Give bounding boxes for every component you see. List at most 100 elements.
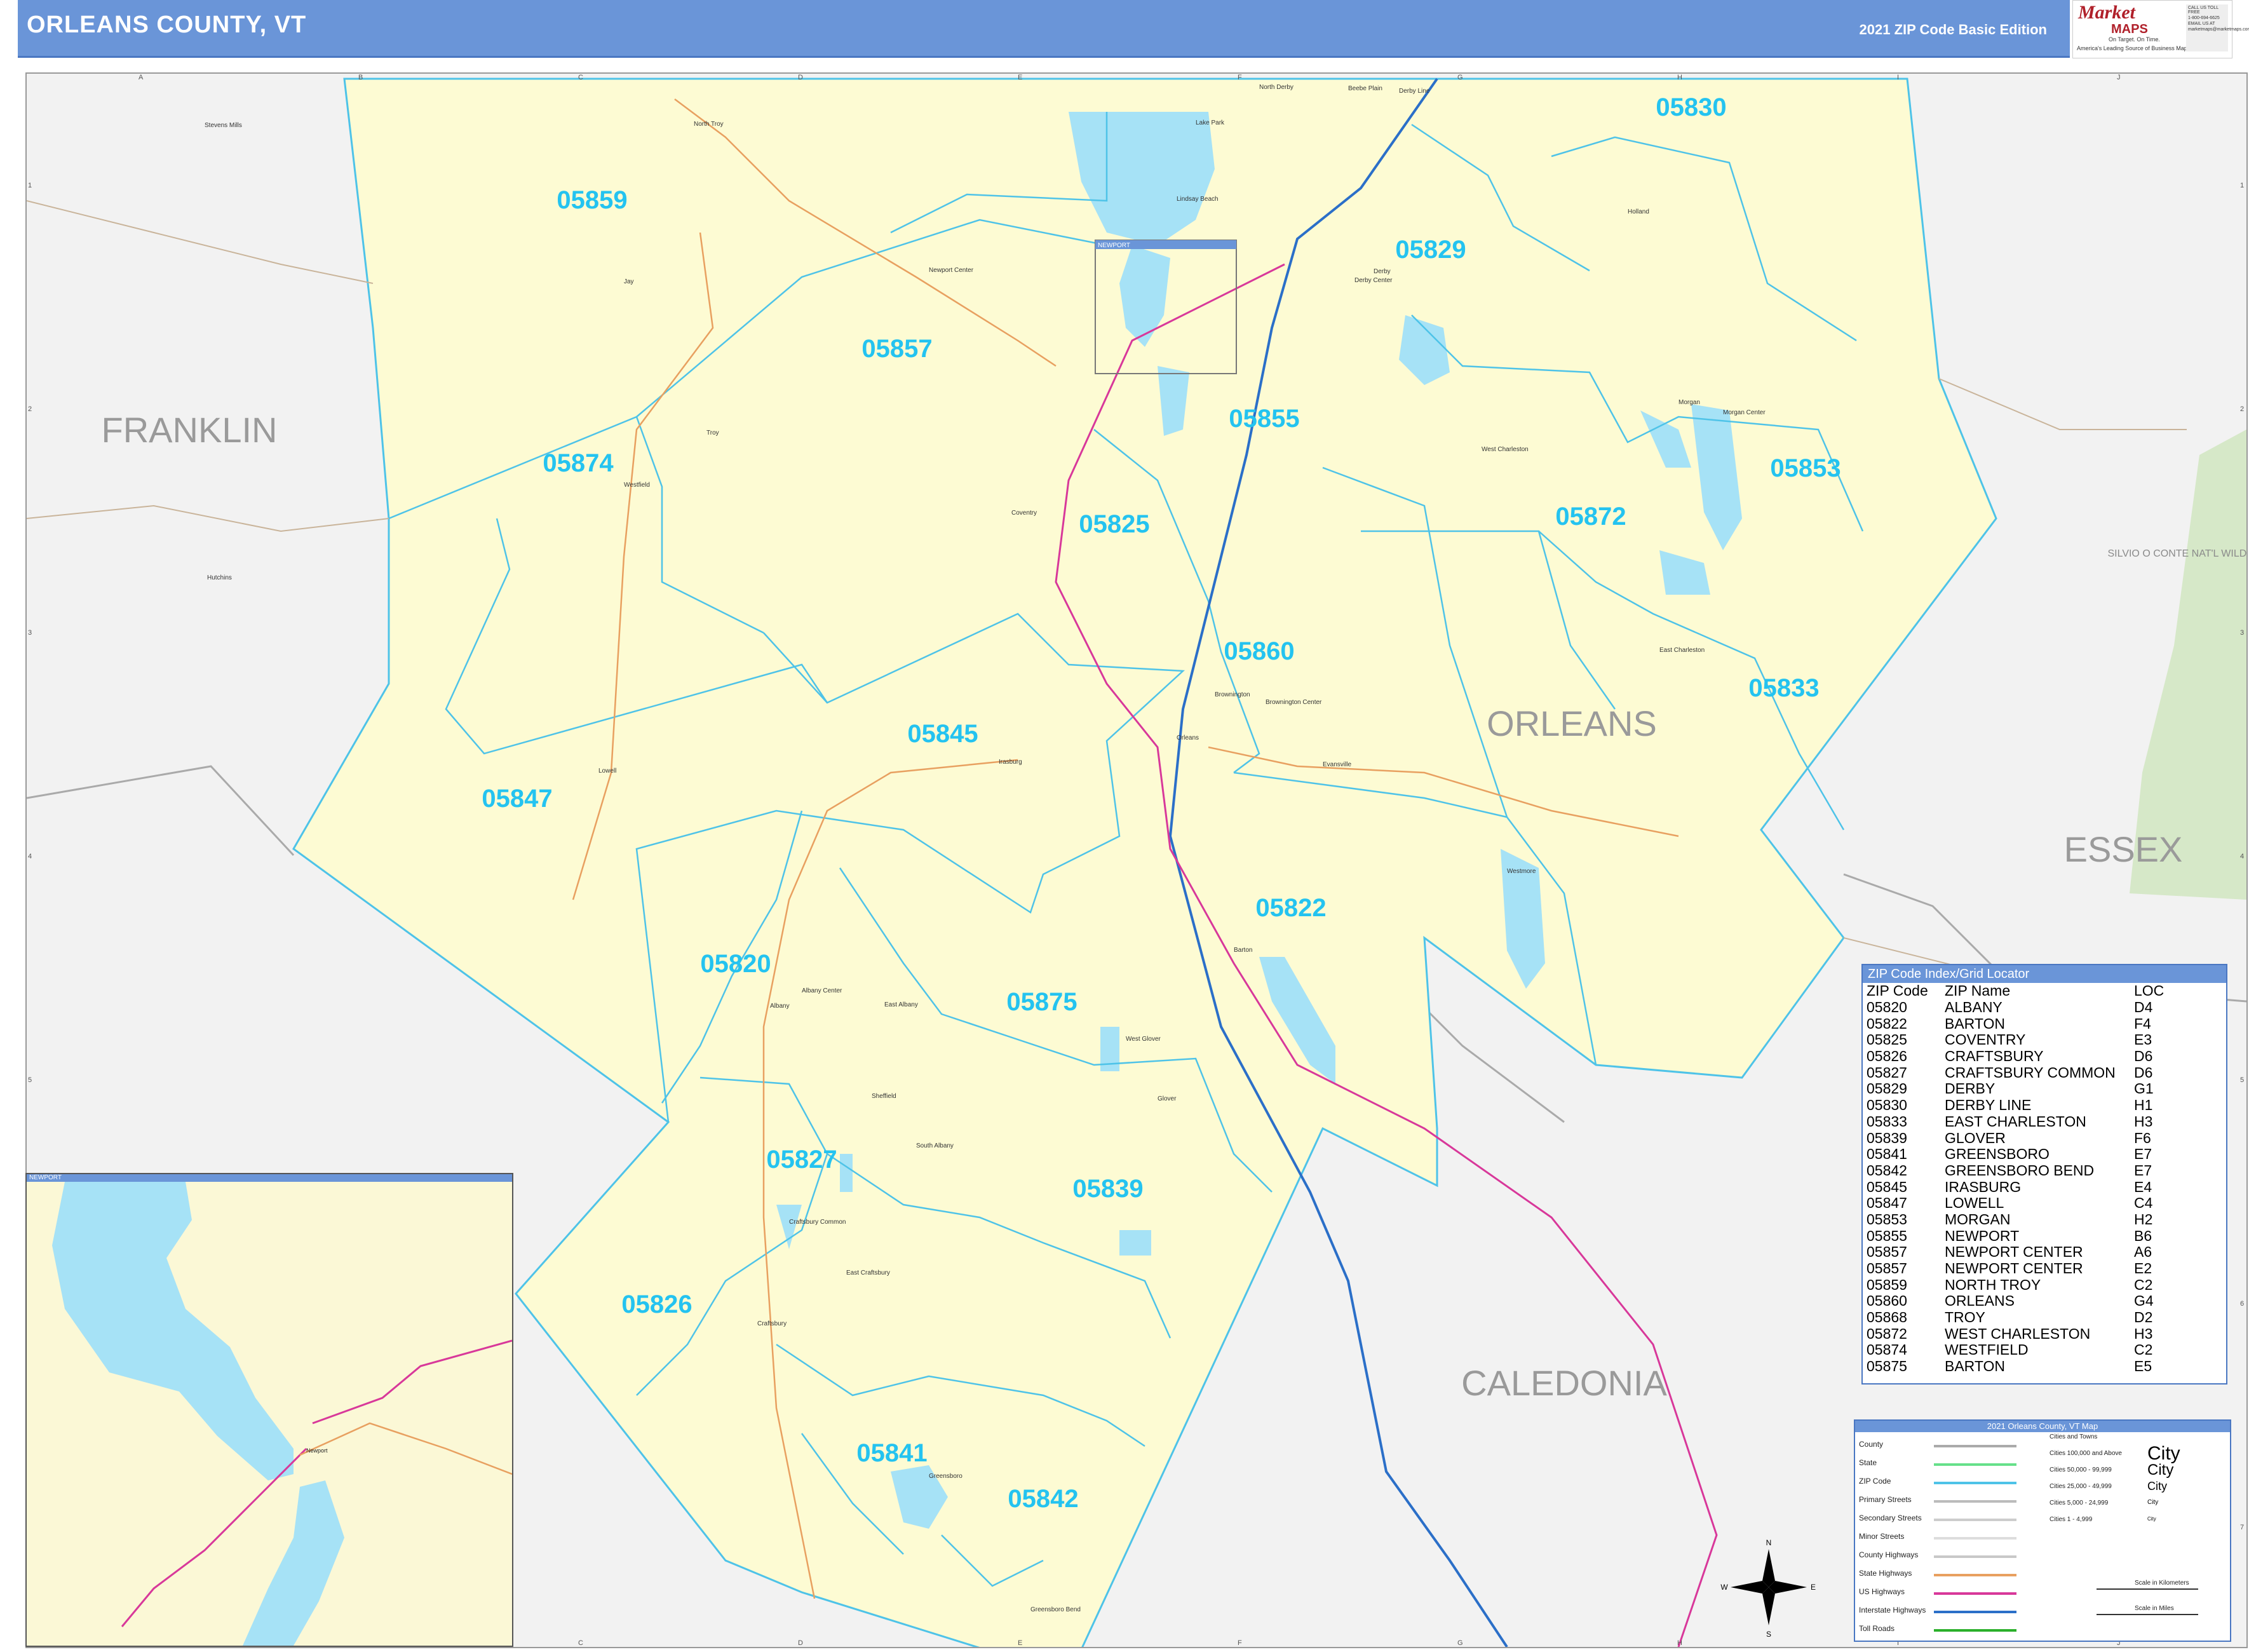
town-label[interactable]: West Glover: [1126, 1036, 1161, 1043]
zip-label[interactable]: 05822: [1255, 894, 1326, 922]
zip-label[interactable]: 05857: [861, 335, 932, 363]
zip-index-loc: E7: [2134, 1146, 2152, 1163]
zip-label[interactable]: 05820: [700, 950, 771, 978]
town-label[interactable]: North Derby: [1259, 84, 1293, 91]
zip-label[interactable]: 05827: [766, 1146, 837, 1174]
zip-index-row[interactable]: 05860 ORLEANS G4: [1867, 1293, 2164, 1310]
zip-label[interactable]: 05830: [1656, 93, 1726, 121]
zip-label[interactable]: 05842: [1008, 1485, 1078, 1513]
zip-label[interactable]: 05872: [1555, 503, 1626, 531]
grid-column-label: E: [1018, 74, 1023, 81]
zip-index-loc: H3: [2134, 1325, 2153, 1342]
zip-index-row[interactable]: 05874 WESTFIELD C2: [1867, 1342, 2164, 1358]
town-label[interactable]: Derby Line: [1399, 88, 1430, 95]
town-label[interactable]: Irasburg: [999, 759, 1022, 766]
legend-item-swatch: [1934, 1574, 2016, 1576]
town-label[interactable]: Sheffield: [872, 1093, 896, 1100]
town-label[interactable]: Brownington: [1215, 691, 1250, 698]
town-label[interactable]: Jay: [624, 278, 634, 285]
zip-label[interactable]: 05860: [1224, 637, 1294, 665]
town-label[interactable]: South Albany: [916, 1142, 954, 1149]
zip-index-loc: F4: [2134, 1015, 2151, 1032]
town-label[interactable]: Hutchins: [207, 574, 232, 581]
zip-index-row[interactable]: 05825 COVENTRY E3: [1867, 1032, 2164, 1048]
zip-label[interactable]: 05833: [1748, 674, 1819, 702]
town-label[interactable]: Lowell: [598, 768, 616, 775]
zip-index-loc: E2: [2134, 1260, 2152, 1277]
zip-label[interactable]: 05825: [1079, 510, 1149, 538]
zip-index-row[interactable]: 05839 GLOVER F6: [1867, 1130, 2164, 1146]
town-label[interactable]: Albany: [770, 1003, 790, 1010]
town-label[interactable]: Troy: [706, 430, 719, 437]
town-label[interactable]: Derby Center: [1354, 277, 1393, 284]
market-maps-logo[interactable]: Market MAPS On Target. On Time. America'…: [2072, 0, 2249, 58]
town-label[interactable]: Morgan: [1678, 399, 1700, 406]
zip-label[interactable]: 05853: [1770, 454, 1840, 482]
zip-index-row[interactable]: 05826 CRAFTSBURY D6: [1867, 1048, 2164, 1065]
town-label[interactable]: Holland: [1628, 208, 1649, 215]
town-label[interactable]: Albany Center: [802, 987, 842, 994]
zip-index-row[interactable]: 05833 EAST CHARLESTON H3: [1867, 1113, 2164, 1130]
zip-index-name: ALBANY: [1945, 999, 2002, 1016]
zip-label[interactable]: 05855: [1229, 405, 1299, 433]
town-label[interactable]: East Charleston: [1659, 647, 1705, 654]
town-label[interactable]: Brownington Center: [1266, 699, 1322, 706]
town-label[interactable]: Newport Center: [929, 267, 974, 274]
zip-index-row[interactable]: 05822 BARTON F4: [1867, 1015, 2164, 1032]
town-label[interactable]: Craftsbury: [757, 1320, 787, 1327]
zip-label[interactable]: 05875: [1006, 988, 1077, 1016]
zip-label[interactable]: 05845: [907, 720, 978, 748]
town-label[interactable]: North Troy: [694, 121, 724, 128]
zip-label[interactable]: 05841: [856, 1439, 927, 1467]
town-label[interactable]: Stevens Mills: [205, 122, 242, 129]
zip-index-row[interactable]: 05857 NEWPORT CENTER A6: [1867, 1244, 2164, 1261]
zip-index-row[interactable]: 05859 NORTH TROY C2: [1867, 1276, 2164, 1293]
map-header: ORLEANS COUNTY, VT 2021 ZIP Code Basic E…: [18, 0, 2070, 58]
inset-town-label[interactable]: Newport: [306, 1447, 328, 1454]
zip-label[interactable]: 05859: [557, 186, 627, 214]
town-label[interactable]: Greensboro Bend: [1030, 1606, 1081, 1613]
zip-index-row[interactable]: 05820 ALBANY D4: [1867, 999, 2164, 1016]
town-label[interactable]: Derby: [1374, 268, 1391, 275]
zip-index-name: WEST CHARLESTON: [1945, 1325, 2091, 1342]
town-label[interactable]: Barton: [1234, 947, 1252, 954]
zip-index-row[interactable]: 05853 MORGAN H2: [1867, 1212, 2164, 1228]
town-label[interactable]: East Craftsbury: [846, 1269, 890, 1276]
town-label[interactable]: Glover: [1158, 1095, 1177, 1102]
zip-label[interactable]: 05829: [1395, 236, 1466, 264]
town-label[interactable]: Orleans: [1177, 735, 1199, 741]
zip-index-row[interactable]: 05841 GREENSBORO E7: [1867, 1146, 2164, 1163]
zip-index-row[interactable]: 05868 TROY D2: [1867, 1310, 2164, 1326]
zip-index-row[interactable]: 05845 IRASBURG E4: [1867, 1179, 2164, 1195]
town-label[interactable]: Westmore: [1507, 868, 1536, 875]
newport-inset-map[interactable]: NEWPORT Newport: [25, 1173, 513, 1647]
zip-index-row[interactable]: 05875 BARTON E5: [1867, 1358, 2164, 1375]
town-label[interactable]: Morgan Center: [1723, 409, 1766, 416]
town-label[interactable]: Greensboro: [929, 1473, 962, 1480]
zip-index-row[interactable]: 05829 DERBY G1: [1867, 1081, 2164, 1097]
zip-label[interactable]: 05874: [543, 449, 614, 477]
grid-row-label: 6: [2240, 1300, 2245, 1308]
town-label[interactable]: Craftsbury Common: [789, 1219, 846, 1226]
zip-index-row[interactable]: 05857 NEWPORT CENTER E2: [1867, 1261, 2164, 1277]
zip-label[interactable]: 05847: [482, 785, 552, 813]
zip-label[interactable]: 05839: [1072, 1175, 1143, 1203]
zip-label[interactable]: 05826: [621, 1290, 692, 1318]
zip-index-row[interactable]: 05830 DERBY LINE H1: [1867, 1097, 2164, 1114]
town-label[interactable]: Westfield: [624, 482, 650, 489]
town-label[interactable]: West Charleston: [1482, 446, 1529, 453]
zip-index-row[interactable]: 05842 GREENSBORO BEND E7: [1867, 1163, 2164, 1179]
zip-index-row[interactable]: 05827 CRAFTSBURY COMMON D6: [1867, 1064, 2164, 1081]
town-label[interactable]: Beebe Plain: [1348, 85, 1382, 92]
zip-index-row[interactable]: 05847 LOWELL C4: [1867, 1195, 2164, 1212]
lake: [840, 1154, 853, 1192]
town-label[interactable]: Coventry: [1011, 510, 1037, 517]
town-label[interactable]: East Albany: [884, 1001, 918, 1008]
zip-index-row[interactable]: 05855 NEWPORT B6: [1867, 1228, 2164, 1244]
logo-contact-line: CALL US TOLL FREE: [2188, 6, 2219, 15]
town-label[interactable]: Evansville: [1323, 761, 1351, 768]
zip-index-zip: 05826: [1867, 1048, 1907, 1065]
town-label[interactable]: Lake Park: [1196, 119, 1225, 126]
zip-index-row[interactable]: 05872 WEST CHARLESTON H3: [1867, 1325, 2164, 1342]
town-label[interactable]: Lindsay Beach: [1177, 196, 1219, 203]
